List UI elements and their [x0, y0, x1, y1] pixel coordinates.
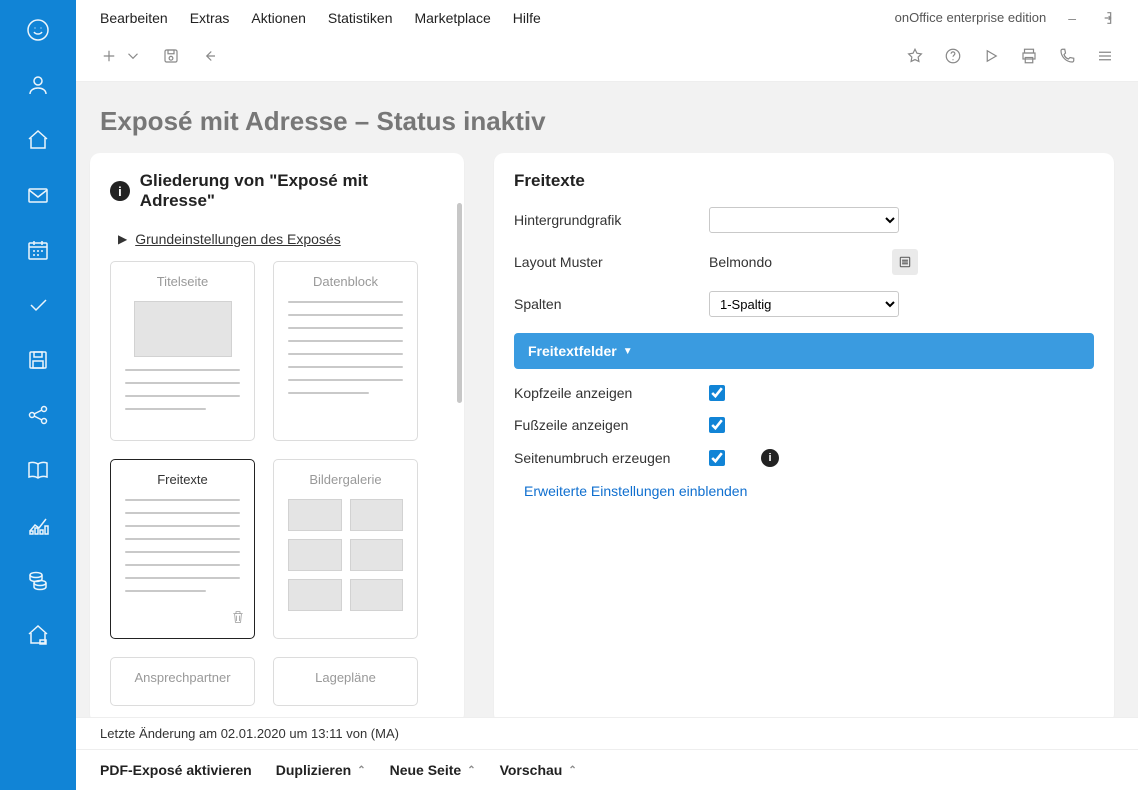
sidebar: [0, 0, 76, 790]
house-settings-icon[interactable]: [26, 623, 50, 647]
tile-bildergalerie[interactable]: Bildergalerie: [273, 459, 418, 639]
tile-titelseite[interactable]: Titelseite: [110, 261, 255, 441]
last-change-bar: Letzte Änderung am 02.01.2020 um 13:11 v…: [76, 717, 1138, 749]
add-caret-icon[interactable]: [124, 47, 142, 70]
outline-panel-title: Gliederung von "Exposé mit Adresse": [140, 171, 444, 211]
calendar-icon[interactable]: [26, 238, 50, 262]
back-button[interactable]: [200, 47, 218, 70]
menu-hilfe[interactable]: Hilfe: [513, 10, 541, 26]
toolbar: [76, 36, 1138, 82]
info-seitenumbruch-icon[interactable]: i: [761, 449, 779, 467]
advanced-settings-link[interactable]: Erweiterte Einstellungen einblenden: [514, 483, 1094, 499]
action-neue-seite[interactable]: Neue Seite⌃: [390, 762, 476, 778]
label-fusszeile: Fußzeile anzeigen: [514, 417, 709, 433]
layout-select-button[interactable]: [892, 249, 918, 275]
label-hintergrundgrafik: Hintergrundgrafik: [514, 212, 709, 228]
person-icon[interactable]: [26, 73, 50, 97]
outline-panel: i Gliederung von "Exposé mit Adresse" ▶ …: [90, 153, 464, 717]
checkbox-seitenumbruch[interactable]: [709, 450, 725, 466]
phone-icon[interactable]: [1058, 47, 1076, 70]
scrollbar[interactable]: [457, 203, 462, 403]
tile-title: Ansprechpartner: [134, 670, 230, 685]
caret-right-icon[interactable]: ▶: [118, 232, 127, 246]
menu-statistiken[interactable]: Statistiken: [328, 10, 393, 26]
star-icon[interactable]: [906, 47, 924, 70]
mail-icon[interactable]: [26, 183, 50, 207]
save-icon[interactable]: [26, 348, 50, 372]
menu-bearbeiten[interactable]: Bearbeiten: [100, 10, 168, 26]
info-icon[interactable]: i: [110, 181, 130, 201]
action-duplizieren[interactable]: Duplizieren⌃: [276, 762, 366, 778]
menu-extras[interactable]: Extras: [190, 10, 230, 26]
save-toolbar-button[interactable]: [162, 47, 180, 70]
add-button[interactable]: [100, 47, 118, 70]
coins-icon[interactable]: [26, 568, 50, 592]
dash-label: –: [1068, 10, 1076, 26]
select-hintergrundgrafik[interactable]: [709, 207, 899, 233]
page-title: Exposé mit Adresse – Status inaktiv: [76, 82, 1138, 153]
tile-title: Titelseite: [157, 274, 209, 289]
tile-ansprechpartner[interactable]: Ansprechpartner: [110, 657, 255, 706]
label-spalten: Spalten: [514, 296, 709, 312]
label-seitenumbruch: Seitenumbruch erzeugen: [514, 450, 709, 466]
top-menu: Bearbeiten Extras Aktionen Statistiken M…: [76, 0, 1138, 36]
checkbox-kopfzeile[interactable]: [709, 385, 725, 401]
tile-title: Datenblock: [313, 274, 378, 289]
check-icon[interactable]: [26, 293, 50, 317]
label-kopfzeile: Kopfzeile anzeigen: [514, 385, 709, 401]
tile-datenblock[interactable]: Datenblock: [273, 261, 418, 441]
freitexte-panel-title: Freitexte: [514, 171, 585, 191]
action-aktivieren[interactable]: PDF-Exposé aktivieren: [100, 762, 252, 778]
content-area: Exposé mit Adresse – Status inaktiv i Gl…: [76, 82, 1138, 717]
logout-icon[interactable]: [1098, 10, 1114, 26]
tile-title: Freitexte: [157, 472, 208, 487]
book-icon[interactable]: [26, 458, 50, 482]
menu-marketplace[interactable]: Marketplace: [414, 10, 490, 26]
select-spalten[interactable]: 1-Spaltig: [709, 291, 899, 317]
value-layout-muster: Belmondo: [709, 254, 772, 270]
action-vorschau[interactable]: Vorschau⌃: [500, 762, 577, 778]
tile-title: Bildergalerie: [309, 472, 381, 487]
tile-title: Lagepläne: [315, 670, 376, 685]
stats-icon[interactable]: [26, 513, 50, 537]
trash-icon[interactable]: [230, 609, 246, 630]
action-bar: PDF-Exposé aktivieren Duplizieren⌃ Neue …: [76, 749, 1138, 790]
hamburger-icon[interactable]: [1096, 47, 1114, 70]
basis-settings-link[interactable]: Grundeinstellungen des Exposés: [135, 231, 340, 247]
freitexte-panel: Freitexte Hintergrundgrafik Layout Muste…: [494, 153, 1114, 717]
edition-label: onOffice enterprise edition: [895, 10, 1047, 25]
home-icon[interactable]: [26, 128, 50, 152]
menu-aktionen[interactable]: Aktionen: [251, 10, 305, 26]
smiley-icon[interactable]: [26, 18, 50, 42]
help-icon[interactable]: [944, 47, 962, 70]
play-icon[interactable]: [982, 47, 1000, 70]
label-layout-muster: Layout Muster: [514, 254, 709, 270]
tile-freitexte[interactable]: Freitexte: [110, 459, 255, 639]
share-icon[interactable]: [26, 403, 50, 427]
tile-lageplane[interactable]: Lagepläne: [273, 657, 418, 706]
freitextfelder-section[interactable]: Freitextfelder▼: [514, 333, 1094, 369]
checkbox-fusszeile[interactable]: [709, 417, 725, 433]
print-icon[interactable]: [1020, 47, 1038, 70]
